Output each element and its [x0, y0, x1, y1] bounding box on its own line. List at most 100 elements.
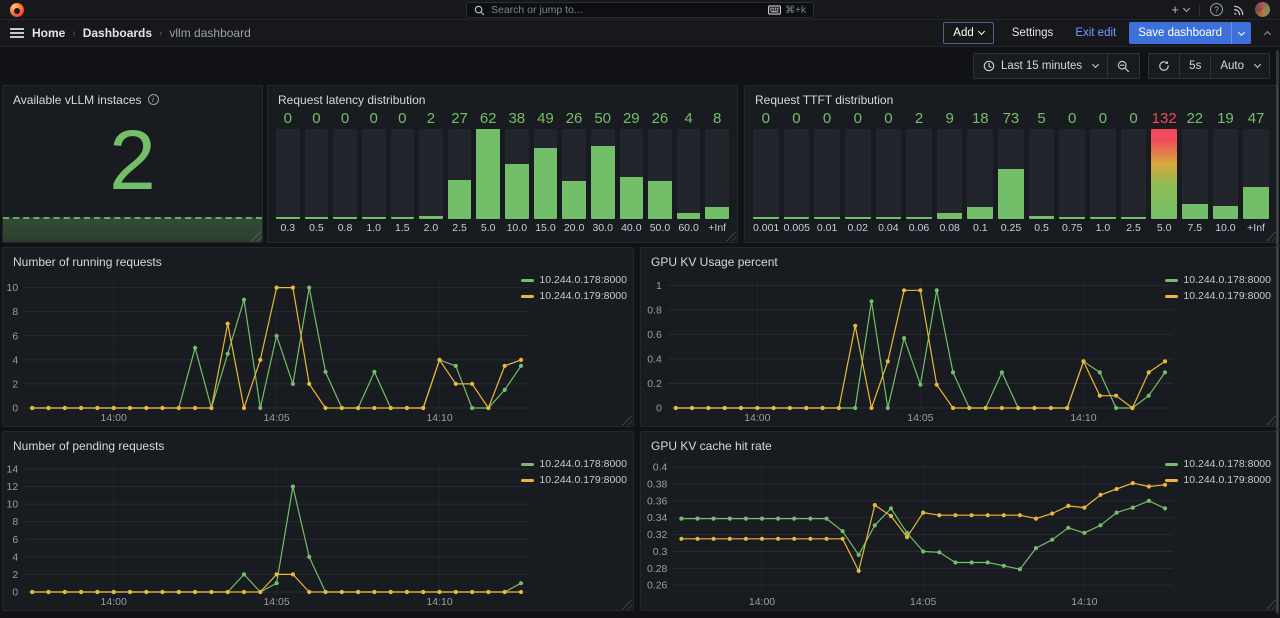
data-point: [226, 590, 230, 594]
data-point: [1032, 406, 1036, 410]
bar-track: [937, 129, 963, 219]
legend-series-name: 10.244.0.178:8000: [539, 458, 627, 470]
save-dashboard-button[interactable]: Save dashboard: [1129, 22, 1251, 44]
data-point: [679, 537, 683, 541]
panel-title[interactable]: Number of running requests: [3, 248, 633, 270]
scrollbar[interactable]: [1276, 50, 1279, 614]
legend-item[interactable]: 10.244.0.179:8000: [521, 290, 627, 302]
bar-label: 0.08: [937, 222, 963, 236]
breadcrumb-current: vllm dashboard: [169, 26, 250, 40]
bar-fill: [1029, 216, 1055, 219]
info-icon[interactable]: i: [148, 94, 159, 105]
zoom-out-time-button[interactable]: [1107, 54, 1139, 78]
legend-item[interactable]: 10.244.0.179:8000: [1165, 290, 1271, 302]
panel-title[interactable]: GPU KV cache hit rate: [641, 432, 1277, 454]
data-point: [454, 382, 458, 386]
refresh-button[interactable]: [1149, 54, 1179, 78]
save-options-caret[interactable]: [1232, 30, 1251, 37]
legend: 10.244.0.178:8000 10.244.0.179:8000: [1165, 458, 1271, 486]
panel-title[interactable]: GPU KV Usage percent: [641, 248, 1277, 270]
bar-fill: [753, 217, 779, 219]
exit-edit-button[interactable]: Exit edit: [1071, 22, 1120, 44]
bar-track: [784, 129, 810, 219]
bar-track: [1090, 129, 1116, 219]
data-point: [1000, 406, 1004, 410]
bar-fill: [448, 180, 472, 219]
legend-item[interactable]: 10.244.0.178:8000: [1165, 458, 1271, 470]
time-range-picker[interactable]: Last 15 minutes: [974, 54, 1107, 78]
data-point: [519, 364, 523, 368]
data-point: [712, 517, 716, 521]
y-axis-label: 0.4: [653, 462, 668, 474]
y-axis-label: 6: [12, 330, 18, 342]
settings-button[interactable]: Settings: [1003, 22, 1063, 44]
bar-label: 0.04: [876, 222, 902, 236]
news-rss-icon[interactable]: [1233, 4, 1245, 16]
legend-item[interactable]: 10.244.0.178:8000: [1165, 274, 1271, 286]
data-point: [389, 406, 393, 410]
legend-item[interactable]: 10.244.0.178:8000: [521, 458, 627, 470]
panel-title[interactable]: Request TTFT distribution: [745, 86, 1277, 108]
data-point: [723, 406, 727, 410]
data-point: [1115, 511, 1119, 515]
bar-value: 0: [333, 110, 357, 129]
bar-label: 0.1: [967, 222, 993, 236]
data-point: [470, 406, 474, 410]
y-axis-label: 0: [12, 587, 18, 599]
search-bar[interactable]: ⌘+k: [466, 2, 814, 18]
bar-value: 2: [906, 110, 932, 129]
breadcrumb-separator: ›: [159, 28, 162, 39]
bar-track: [276, 129, 300, 219]
refresh-interval-label[interactable]: 5s: [1179, 54, 1210, 78]
auto-refresh-picker[interactable]: Auto: [1210, 54, 1269, 78]
add-button[interactable]: Add: [943, 22, 993, 44]
data-point: [679, 517, 683, 521]
x-axis-label: 14:00: [101, 412, 127, 424]
breadcrumb-dashboards[interactable]: Dashboards: [83, 26, 152, 40]
new-item-button[interactable]: +: [1171, 2, 1189, 17]
data-point: [226, 322, 230, 326]
bar-column: 1325.0: [1151, 110, 1177, 236]
data-point: [242, 298, 246, 302]
bar-label: 0.001: [753, 222, 779, 236]
legend-series-color: [1165, 279, 1178, 282]
user-avatar[interactable]: [1255, 2, 1270, 17]
data-point: [405, 590, 409, 594]
data-point: [902, 336, 906, 340]
legend-item[interactable]: 10.244.0.179:8000: [521, 474, 627, 486]
bar-value: 50: [591, 110, 615, 129]
legend-item[interactable]: 10.244.0.178:8000: [521, 274, 627, 286]
data-point: [1114, 394, 1118, 398]
data-point: [356, 590, 360, 594]
bar-label: 2.5: [448, 222, 472, 236]
panel-request-latency: Request latency distribution 00.300.500.…: [267, 85, 738, 243]
bar-fill: [814, 217, 840, 219]
legend-series-name: 10.244.0.179:8000: [1183, 474, 1271, 486]
data-point: [967, 406, 971, 410]
data-point: [242, 572, 246, 576]
data-point: [519, 581, 523, 585]
panel-title[interactable]: Request latency distribution: [268, 86, 737, 108]
bar-column: 2650.0: [648, 110, 672, 236]
grafana-logo-icon[interactable]: [10, 3, 24, 17]
search-input[interactable]: [491, 4, 762, 16]
menu-toggle-icon[interactable]: [10, 28, 24, 38]
data-point: [853, 406, 857, 410]
legend-series-name: 10.244.0.179:8000: [539, 290, 627, 302]
y-axis-label: 0.34: [647, 512, 668, 524]
help-icon[interactable]: ?: [1210, 3, 1223, 16]
bar-column: 00.04: [876, 110, 902, 236]
breadcrumb-home[interactable]: Home: [32, 26, 65, 40]
bar-label: 60.0: [677, 222, 701, 236]
legend-item[interactable]: 10.244.0.179:8000: [1165, 474, 1271, 486]
bar-fill: [937, 213, 963, 219]
data-point: [372, 370, 376, 374]
panel-title[interactable]: Number of pending requests: [3, 432, 633, 454]
data-point: [857, 553, 861, 557]
bar-column: 00.3: [276, 110, 300, 236]
bar-track: [845, 129, 871, 219]
panel-title[interactable]: Available vLLM instaces i: [3, 86, 262, 108]
add-button-label: Add: [953, 27, 973, 39]
collapse-toolbar-icon[interactable]: [1260, 26, 1270, 40]
bar-value: 0: [784, 110, 810, 129]
